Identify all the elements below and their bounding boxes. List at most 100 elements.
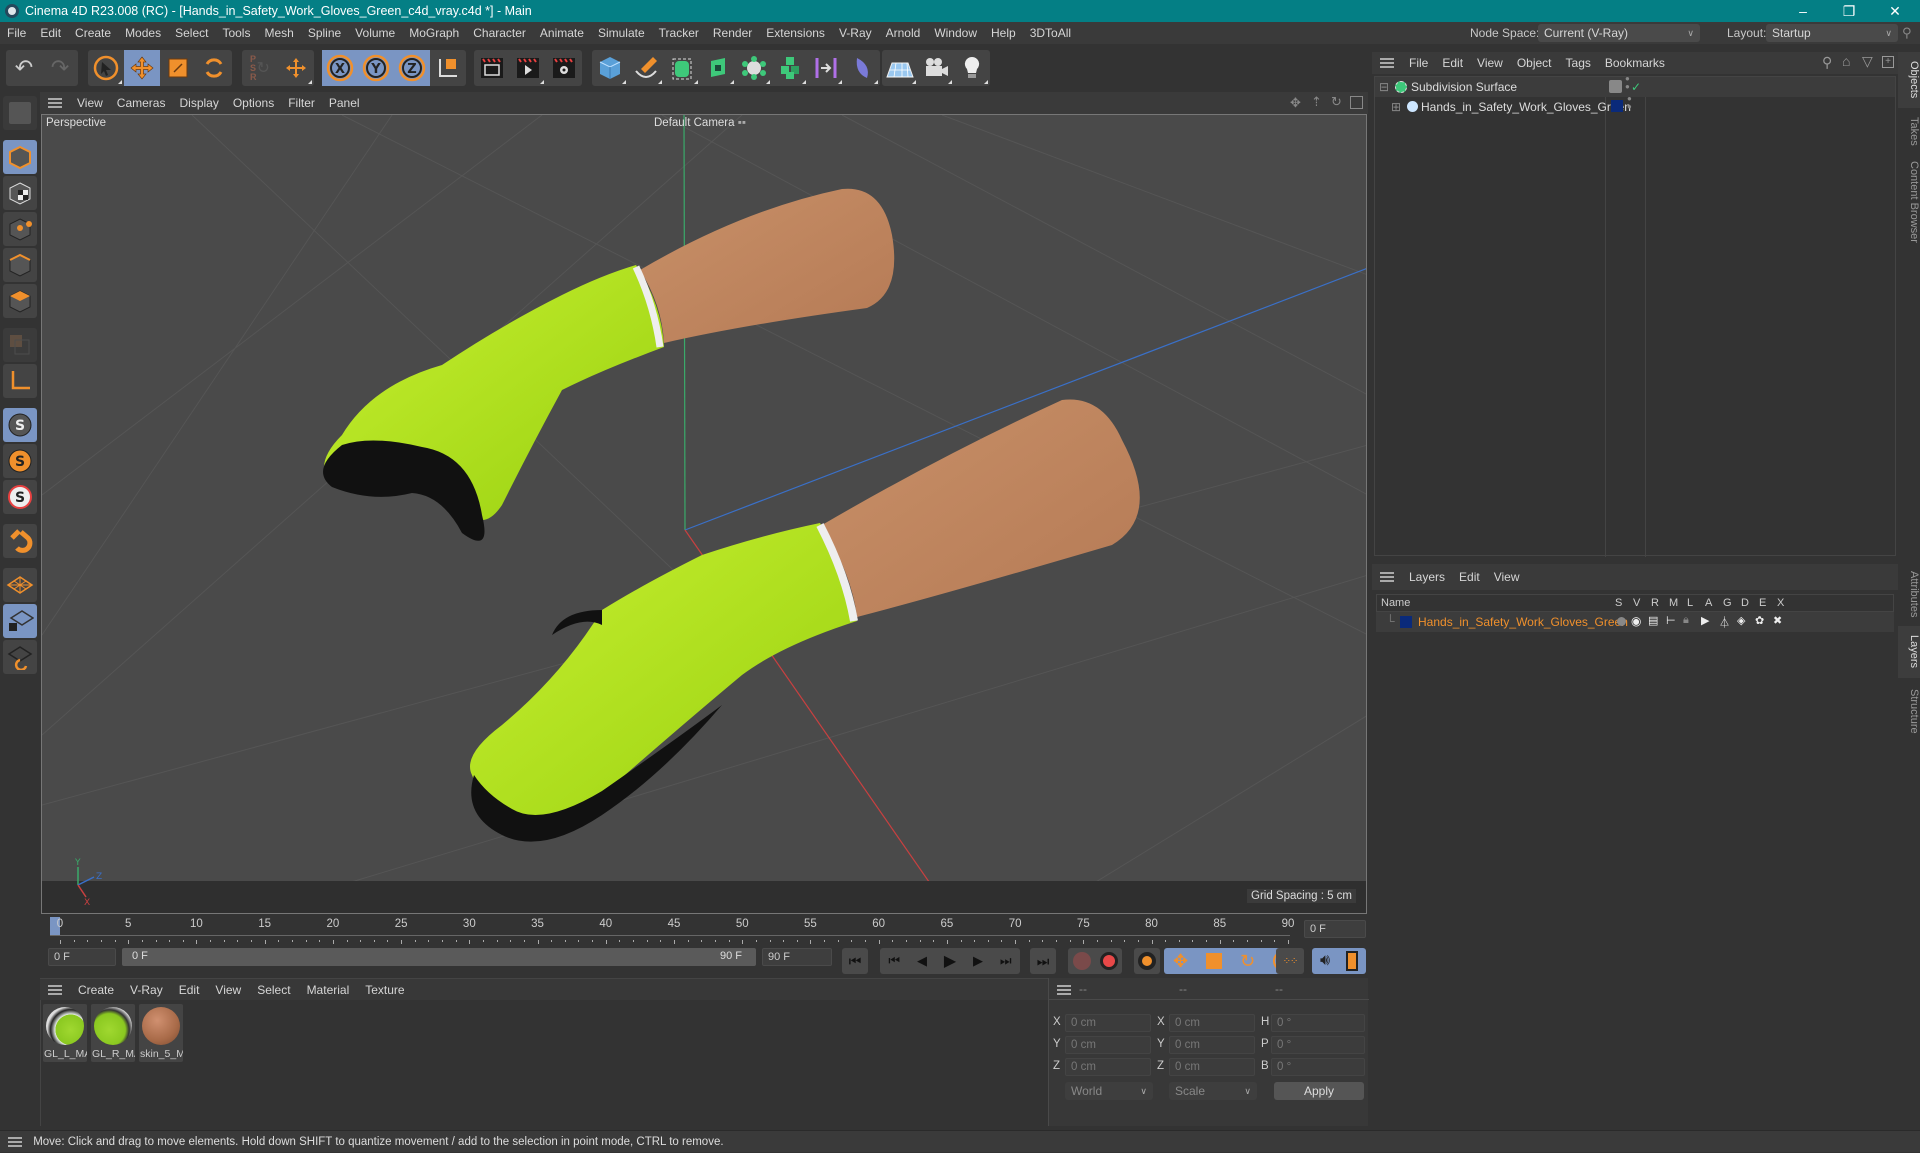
search-icon[interactable]: ⚲ xyxy=(1822,54,1832,71)
animation-toggle-icon[interactable]: ▶ xyxy=(1701,614,1709,627)
end-frame-field[interactable]: 90 F xyxy=(762,948,832,966)
layer-menu-edit[interactable]: Edit xyxy=(1452,570,1487,584)
viewport-menu-cameras[interactable]: Cameras xyxy=(110,96,173,110)
object-menu-file[interactable]: File xyxy=(1402,56,1435,70)
scale-key-icon[interactable] xyxy=(1206,953,1223,969)
layer-column-header[interactable]: E xyxy=(1759,597,1766,609)
deformer-button[interactable] xyxy=(844,50,880,86)
hamburger-icon[interactable] xyxy=(1057,985,1071,995)
previous-key-icon[interactable]: ⏮ xyxy=(888,953,900,969)
camera-button[interactable] xyxy=(918,50,954,86)
menu-animate[interactable]: Animate xyxy=(533,26,591,40)
material-menu-view[interactable]: View xyxy=(207,983,249,997)
z-axis-button[interactable]: Z xyxy=(394,50,430,86)
apply-button[interactable]: Apply xyxy=(1274,1082,1364,1100)
coordinate-field[interactable]: 0 cm xyxy=(1169,1014,1255,1032)
tab-layers[interactable]: Layers xyxy=(1898,626,1920,678)
go-to-end-button[interactable]: ⏭ xyxy=(1030,948,1056,974)
visible-toggle-icon[interactable]: ◉ xyxy=(1631,614,1641,628)
menu-create[interactable]: Create xyxy=(68,26,118,40)
axis-mode-button[interactable] xyxy=(3,364,37,398)
menu-render[interactable]: Render xyxy=(706,26,759,40)
previous-frame-icon[interactable]: ◀ xyxy=(917,953,927,969)
render-view-button[interactable] xyxy=(474,50,510,86)
menu-edit[interactable]: Edit xyxy=(33,26,68,40)
layer-column-header[interactable]: Name xyxy=(1381,597,1410,609)
snap-settings-button[interactable]: S xyxy=(3,444,37,478)
pla-key-button[interactable]: ⁘⁘ xyxy=(1276,948,1304,974)
tab-structure[interactable]: Structure xyxy=(1898,680,1920,742)
menu-volume[interactable]: Volume xyxy=(348,26,402,40)
uv-mode-button[interactable] xyxy=(3,328,37,362)
layout-select[interactable]: Startup ∨ xyxy=(1766,24,1898,42)
add-object-button[interactable] xyxy=(278,50,314,86)
psr-button[interactable]: P S R ↻ xyxy=(242,50,278,86)
workplane-button[interactable] xyxy=(3,568,37,602)
edge-mode-button[interactable] xyxy=(3,248,37,282)
extrude-button[interactable] xyxy=(700,50,736,86)
maximize-view-icon[interactable] xyxy=(1350,96,1363,109)
menu-vray[interactable]: V-Ray xyxy=(832,26,879,40)
rotate-view-icon[interactable]: ↻ xyxy=(1331,94,1342,110)
check-icon[interactable]: ✓ xyxy=(1631,77,1641,97)
workplane-align-button[interactable] xyxy=(3,640,37,674)
viewport-menu-filter[interactable]: Filter xyxy=(281,96,322,110)
menu-arnold[interactable]: Arnold xyxy=(879,26,928,40)
locked-workplane-button[interactable] xyxy=(3,604,37,638)
menu-3dtoall[interactable]: 3DToAll xyxy=(1023,26,1078,40)
hamburger-icon[interactable] xyxy=(48,984,62,995)
lock-toggle-icon[interactable]: 🔒︎ xyxy=(1683,614,1689,627)
tab-attributes[interactable]: Attributes xyxy=(1898,564,1920,624)
keyframe-selection-button[interactable] xyxy=(1134,948,1160,974)
layer-column-header[interactable]: V xyxy=(1633,597,1640,609)
viewport-menu-view[interactable]: View xyxy=(70,96,110,110)
node-space-select[interactable]: Current (V-Ray) ∨ xyxy=(1538,24,1700,42)
xref-toggle-icon[interactable]: ✖ xyxy=(1773,614,1782,627)
menu-mograph[interactable]: MoGraph xyxy=(402,26,466,40)
material-menu-material[interactable]: Material xyxy=(299,983,358,997)
hamburger-icon[interactable] xyxy=(1380,572,1394,582)
menu-character[interactable]: Character xyxy=(466,26,533,40)
undo-button[interactable]: ↶ xyxy=(6,50,42,86)
hamburger-icon[interactable] xyxy=(1380,58,1394,68)
magnet-button[interactable] xyxy=(3,524,37,558)
layer-column-header[interactable]: L xyxy=(1687,597,1693,609)
render-to-picture-viewer-button[interactable] xyxy=(510,50,546,86)
object-menu-bookmarks[interactable]: Bookmarks xyxy=(1598,56,1672,70)
menu-file[interactable]: File xyxy=(0,26,33,40)
rotate-tool-button[interactable] xyxy=(196,50,232,86)
y-axis-button[interactable]: Y xyxy=(358,50,394,86)
object-menu-edit[interactable]: Edit xyxy=(1435,56,1470,70)
menu-tools[interactable]: Tools xyxy=(215,26,257,40)
menu-extensions[interactable]: Extensions xyxy=(759,26,832,40)
material-menu-edit[interactable]: Edit xyxy=(171,983,208,997)
layer-column-header[interactable]: G xyxy=(1723,597,1732,609)
layer-color-swatch[interactable] xyxy=(1611,100,1623,112)
restore-button[interactable]: ❐ xyxy=(1826,0,1872,22)
layer-column-header[interactable]: S xyxy=(1615,597,1622,609)
layer-color-swatch[interactable] xyxy=(1400,616,1412,628)
menu-simulate[interactable]: Simulate xyxy=(591,26,652,40)
mograph-button[interactable] xyxy=(772,50,808,86)
scale-tool-button[interactable] xyxy=(160,50,196,86)
home-icon[interactable]: ⌂ xyxy=(1842,53,1850,69)
coordinate-mode-select[interactable]: Scale ∨ xyxy=(1169,1082,1257,1100)
menu-spline[interactable]: Spline xyxy=(301,26,348,40)
filter-icon[interactable]: ▽ xyxy=(1862,53,1873,70)
select-tool-button[interactable] xyxy=(88,50,124,86)
coordinate-field[interactable]: 0 cm xyxy=(1169,1036,1255,1054)
timeline-icon[interactable] xyxy=(1346,951,1359,971)
viewport-menu-panel[interactable]: Panel xyxy=(322,96,367,110)
search-icon[interactable]: ⚲ xyxy=(1902,25,1912,41)
play-icon[interactable]: ▶ xyxy=(944,951,956,971)
coordinate-space-select[interactable]: World ∨ xyxy=(1065,1082,1153,1100)
menu-modes[interactable]: Modes xyxy=(118,26,168,40)
menu-select[interactable]: Select xyxy=(168,26,215,40)
layer-column-header[interactable]: D xyxy=(1741,597,1749,609)
menu-help[interactable]: Help xyxy=(984,26,1023,40)
material-item[interactable]: skin_5_M xyxy=(139,1004,183,1062)
close-button[interactable]: ✕ xyxy=(1872,0,1918,22)
coordinate-field[interactable]: 0 cm xyxy=(1065,1058,1151,1076)
object-menu-tags[interactable]: Tags xyxy=(1559,56,1598,70)
minimize-button[interactable]: – xyxy=(1780,0,1826,22)
